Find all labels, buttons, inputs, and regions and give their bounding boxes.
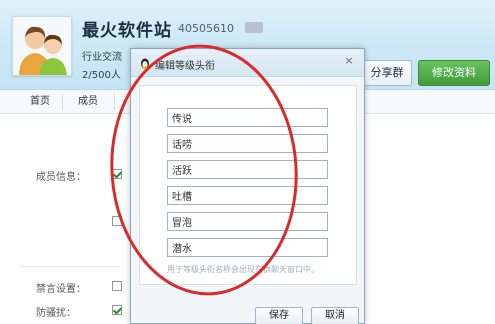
rank-input-6[interactable] [167,238,328,257]
group-avatar[interactable] [12,16,72,76]
dialog-title: 编辑等级头衔 [155,61,215,72]
tab-members[interactable]: 成员 [62,90,114,114]
group-category: 行业交流 [82,52,122,63]
mute-checkbox[interactable] [112,281,122,291]
rank-list-panel: 用于等级头衔名称会出现在群聊天窗口中。 [139,85,357,285]
save-button[interactable]: 保存 [255,307,303,324]
share-group-button[interactable]: 分享群 [362,60,412,86]
rank-input-4[interactable] [167,186,328,205]
group-name: 最火软件站 [82,21,172,41]
rank-input-3[interactable] [167,160,328,179]
member-info-checkbox[interactable] [112,169,122,179]
avatar-people-icon [13,17,71,75]
edit-profile-button[interactable]: 修改资料 [418,60,490,86]
rank-input-1[interactable] [167,108,328,127]
tab-home[interactable]: 首页 [14,90,66,114]
edit-rank-title-dialog: 编辑等级头衔 × 用于等级头衔名称会出现在群聊天窗口中。 保存 取消 [130,48,365,324]
member-info-option-checkbox[interactable] [112,216,122,226]
cancel-button[interactable]: 取消 [311,307,359,324]
group-id: 40505610 [178,22,234,35]
id-badge-icon [245,22,263,33]
section-divider [20,266,120,267]
member-info-label: 成员信息： [36,172,86,183]
rank-hint-text: 用于等级头衔名称会出现在群聊天窗口中。 [167,265,319,274]
qq-penguin-icon [141,58,149,69]
dialog-titlebar[interactable]: 编辑等级头衔 × [131,49,364,77]
members-count: 2/500人 [82,70,121,81]
anti-harass-label: 防骚扰： [36,308,76,319]
tab-divider [114,94,115,110]
rank-input-5[interactable] [167,212,328,231]
rank-input-2[interactable] [167,134,328,153]
close-icon[interactable]: × [342,54,356,68]
anti-harass-checkbox[interactable] [112,305,122,315]
mute-settings-label: 禁言设置： [36,284,86,295]
